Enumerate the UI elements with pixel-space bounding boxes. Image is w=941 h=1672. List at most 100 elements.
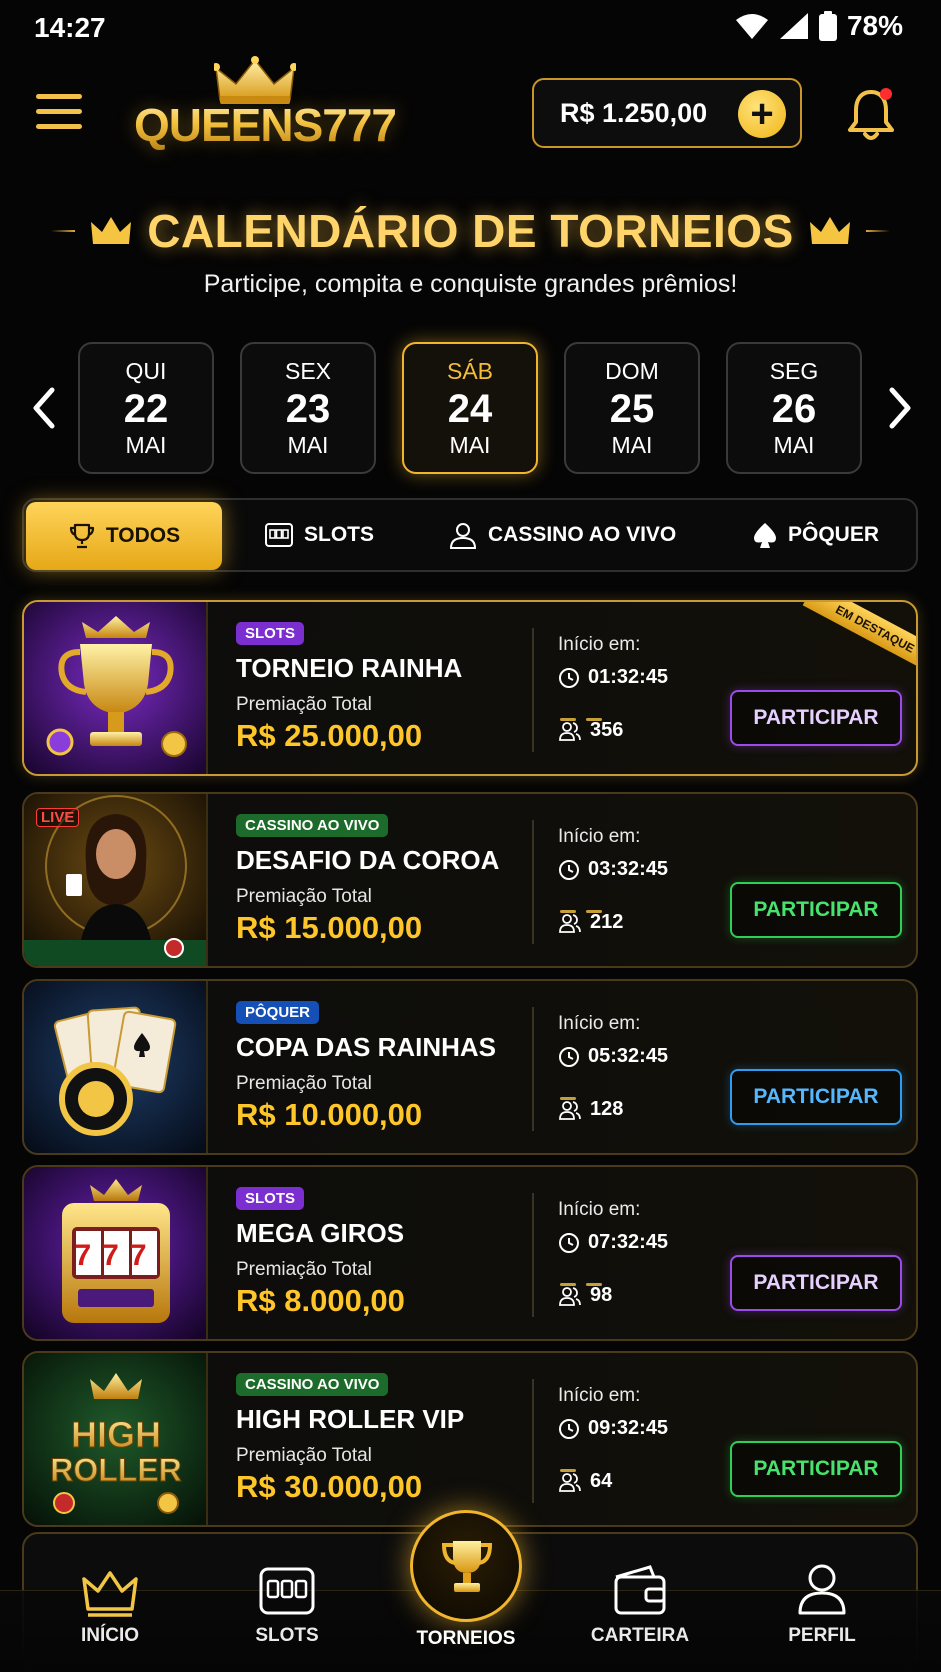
clock-icon (559, 1232, 579, 1253)
app-header: QUEENS777 R$ 1.250,00 + (0, 56, 941, 176)
prize-amount: R$ 30.000,00 (236, 1469, 423, 1504)
tournament-thumbnail: 777 (24, 1167, 208, 1339)
brand-wordmark: QUEENS777 (134, 99, 397, 151)
tournament-meta: Início em: 07:32:45 98 (558, 1199, 708, 1307)
tournament-name: TORNEIO RAINHA (236, 653, 463, 683)
tournament-meta: Início em: 01:32:45 356 (558, 634, 708, 742)
trophy-icon (69, 523, 94, 549)
crown-icon (82, 1571, 138, 1617)
notifications-button[interactable] (846, 86, 896, 142)
balance-button[interactable]: R$ 1.250,00 + (532, 78, 802, 148)
tournament-card[interactable]: 777 SLOTS MEGA GIROS Premiação Total R$ … (22, 1165, 918, 1341)
tournament-info: CASSINO AO VIVO HIGH ROLLER VIP Premiaçã… (236, 1373, 536, 1505)
page-title-text: CALENDÁRIO DE TORNEIOS (147, 205, 794, 257)
date-day: 25 (609, 387, 655, 431)
date-month: MAI (449, 432, 491, 458)
card-divider (532, 820, 534, 944)
prize-label: Premiação Total (236, 1073, 372, 1094)
notification-dot (880, 88, 892, 100)
users-icon (559, 913, 581, 933)
tournament-card[interactable]: SLOTS TORNEIO RAINHA Premiação Total R$ … (22, 600, 918, 776)
users-icon (559, 721, 581, 741)
start-label: Início em: (558, 826, 641, 847)
player-count: 64 (558, 1470, 708, 1493)
date-card-selected[interactable]: SÁB 24 MAI (402, 342, 538, 474)
player-count-value: 128 (590, 1098, 624, 1120)
date-card[interactable]: SEG 26 MAI (726, 342, 862, 474)
category-filter-bar: TODOS SLOTS CASSINO AO VIVO PÔQUER (22, 498, 918, 572)
date-card[interactable]: DOM 25 MAI (564, 342, 700, 474)
date-month: MAI (125, 432, 167, 458)
filter-label: CASSINO AO VIVO (488, 523, 677, 546)
nav-item-slots[interactable]: SLOTS (227, 1567, 347, 1672)
tournament-card[interactable]: HIGH ROLLER CASSINO AO VIVO HIGH ROLLER … (22, 1351, 918, 1527)
date-day: 22 (123, 387, 169, 431)
date-selector: QUI 22 MAI SEX 23 MAI SÁB 24 MAI DOM 25 … (0, 342, 941, 474)
crown-icon (809, 217, 850, 244)
prize-label: Premiação Total (236, 1445, 372, 1466)
user-icon (798, 1564, 846, 1615)
countdown-value: 09:32:45 (588, 1417, 669, 1439)
filter-label: SLOTS (304, 523, 375, 546)
date-day: 26 (771, 387, 817, 431)
tournament-meta: Início em: 09:32:45 64 (558, 1385, 708, 1493)
tournament-thumbnail (24, 981, 208, 1153)
spade-icon (754, 523, 776, 548)
signal-icon (779, 13, 808, 39)
status-icons: 78% (735, 10, 903, 42)
filter-tab-poker[interactable]: PÔQUER (752, 500, 879, 570)
join-button[interactable]: PARTICIPAR (730, 1255, 902, 1311)
tournament-meta: Início em: 03:32:45 212 (558, 826, 708, 934)
wifi-icon (735, 14, 768, 39)
tournament-thumbnail: HIGH ROLLER (24, 1353, 208, 1525)
start-label: Início em: (558, 1199, 641, 1220)
crown-icon (91, 217, 132, 244)
filter-tab-slots[interactable]: SLOTS (264, 500, 374, 570)
nav-item-carteira[interactable]: CARTEIRA (580, 1565, 700, 1672)
player-count: 356 (558, 719, 708, 742)
join-button[interactable]: PARTICIPAR (730, 1069, 902, 1125)
filter-tab-live-casino[interactable]: CASSINO AO VIVO (448, 500, 676, 570)
tournament-card[interactable]: PÔQUER COPA DAS RAINHAS Premiação Total … (22, 979, 918, 1155)
filter-label: TODOS (105, 524, 181, 547)
date-weekday: SEX (284, 358, 332, 384)
prize-amount: R$ 10.000,00 (236, 1097, 423, 1132)
status-bar: 14:27 78% (0, 0, 941, 56)
nav-label-active[interactable]: TORNEIOS (396, 1628, 536, 1650)
date-card[interactable]: QUI 22 MAI (78, 342, 214, 474)
prize-amount: R$ 8.000,00 (236, 1283, 405, 1318)
add-funds-icon[interactable]: + (738, 90, 786, 138)
nav-item-perfil[interactable]: PERFIL (762, 1564, 882, 1672)
player-count-value: 64 (590, 1470, 613, 1492)
nav-item-torneios[interactable] (410, 1510, 522, 1622)
chevron-right-icon[interactable] (880, 378, 920, 438)
date-month: MAI (611, 432, 653, 458)
balance-amount: R$ 1.250,00 (560, 97, 708, 128)
brand-logo[interactable]: QUEENS777 (134, 56, 397, 166)
date-card[interactable]: SEX 23 MAI (240, 342, 376, 474)
card-divider (532, 1379, 534, 1503)
chevron-left-icon[interactable] (24, 378, 64, 438)
date-weekday: DOM (605, 358, 659, 384)
join-button[interactable]: PARTICIPAR (730, 690, 902, 746)
start-label: Início em: (558, 1013, 641, 1034)
join-button[interactable]: PARTICIPAR (730, 882, 902, 938)
player-count: 212 (558, 911, 708, 934)
trophy-icon (441, 1541, 493, 1592)
card-divider (532, 1193, 534, 1317)
card-divider (532, 1007, 534, 1131)
nav-label: SLOTS (255, 1625, 319, 1646)
battery-icon (818, 11, 837, 41)
tournament-card[interactable]: LIVE CASSINO AO VIVO DESAFIO DA COROA Pr… (22, 792, 918, 968)
join-button[interactable]: PARTICIPAR (730, 1441, 902, 1497)
prize-label: Premiação Total (236, 1259, 372, 1280)
users-icon (559, 1286, 581, 1306)
clock-icon (559, 667, 579, 688)
high-roller-text-2: ROLLER (50, 1452, 182, 1488)
nav-item-inicio[interactable]: INÍCIO (50, 1571, 170, 1672)
menu-button[interactable] (36, 94, 82, 134)
battery-level: 78% (846, 10, 903, 41)
slot-reels-text: 777 (74, 1239, 157, 1272)
tournament-info: SLOTS MEGA GIROS Premiação Total R$ 8.00… (236, 1187, 536, 1319)
filter-tab-todos[interactable]: TODOS (26, 502, 222, 570)
